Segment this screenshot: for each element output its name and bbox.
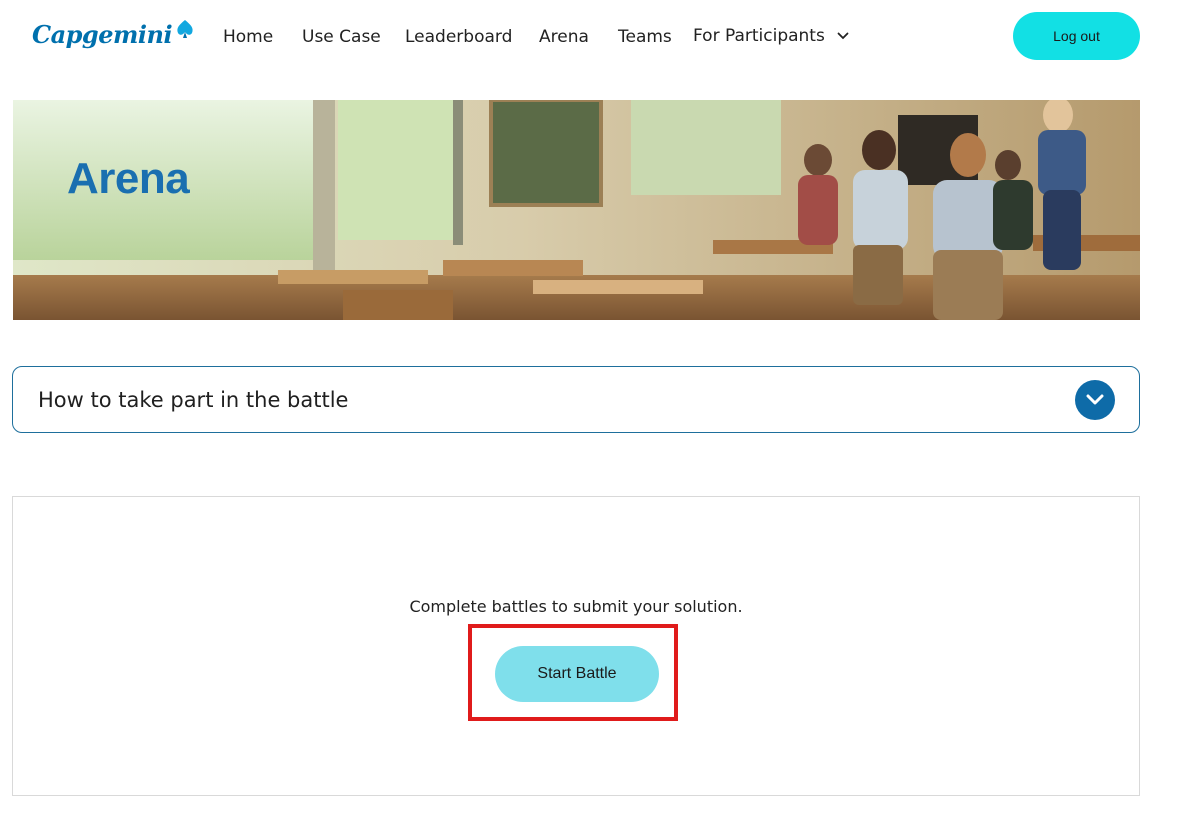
nav-for-participants-label: For Participants <box>693 26 825 46</box>
page-title: Arena <box>67 154 190 203</box>
spade-icon <box>174 18 196 44</box>
chevron-down-icon <box>837 22 849 48</box>
chevron-down-icon <box>1086 394 1104 404</box>
how-to-take-part-accordion[interactable]: How to take part in the battle <box>12 366 1140 433</box>
classroom-photo <box>13 100 1140 320</box>
nav-leaderboard[interactable]: Leaderboard <box>405 24 512 50</box>
nav-teams[interactable]: Teams <box>618 24 672 50</box>
nav-for-participants[interactable]: For Participants <box>693 23 849 49</box>
capgemini-logo[interactable]: Capgemini <box>32 14 196 54</box>
logout-button[interactable]: Log out <box>1013 12 1140 60</box>
battle-panel: Complete battles to submit your solution… <box>12 496 1140 796</box>
battle-message: Complete battles to submit your solution… <box>409 597 743 616</box>
accordion-toggle-button[interactable] <box>1075 379 1115 420</box>
start-battle-button[interactable]: Start Battle <box>495 646 659 702</box>
accordion-title: How to take part in the battle <box>38 387 349 412</box>
logo-text: Capgemini <box>32 19 173 49</box>
arena-banner: Arena <box>13 100 1140 320</box>
nav-home[interactable]: Home <box>223 24 273 50</box>
nav-use-case[interactable]: Use Case <box>302 24 381 50</box>
nav-arena[interactable]: Arena <box>539 24 589 50</box>
